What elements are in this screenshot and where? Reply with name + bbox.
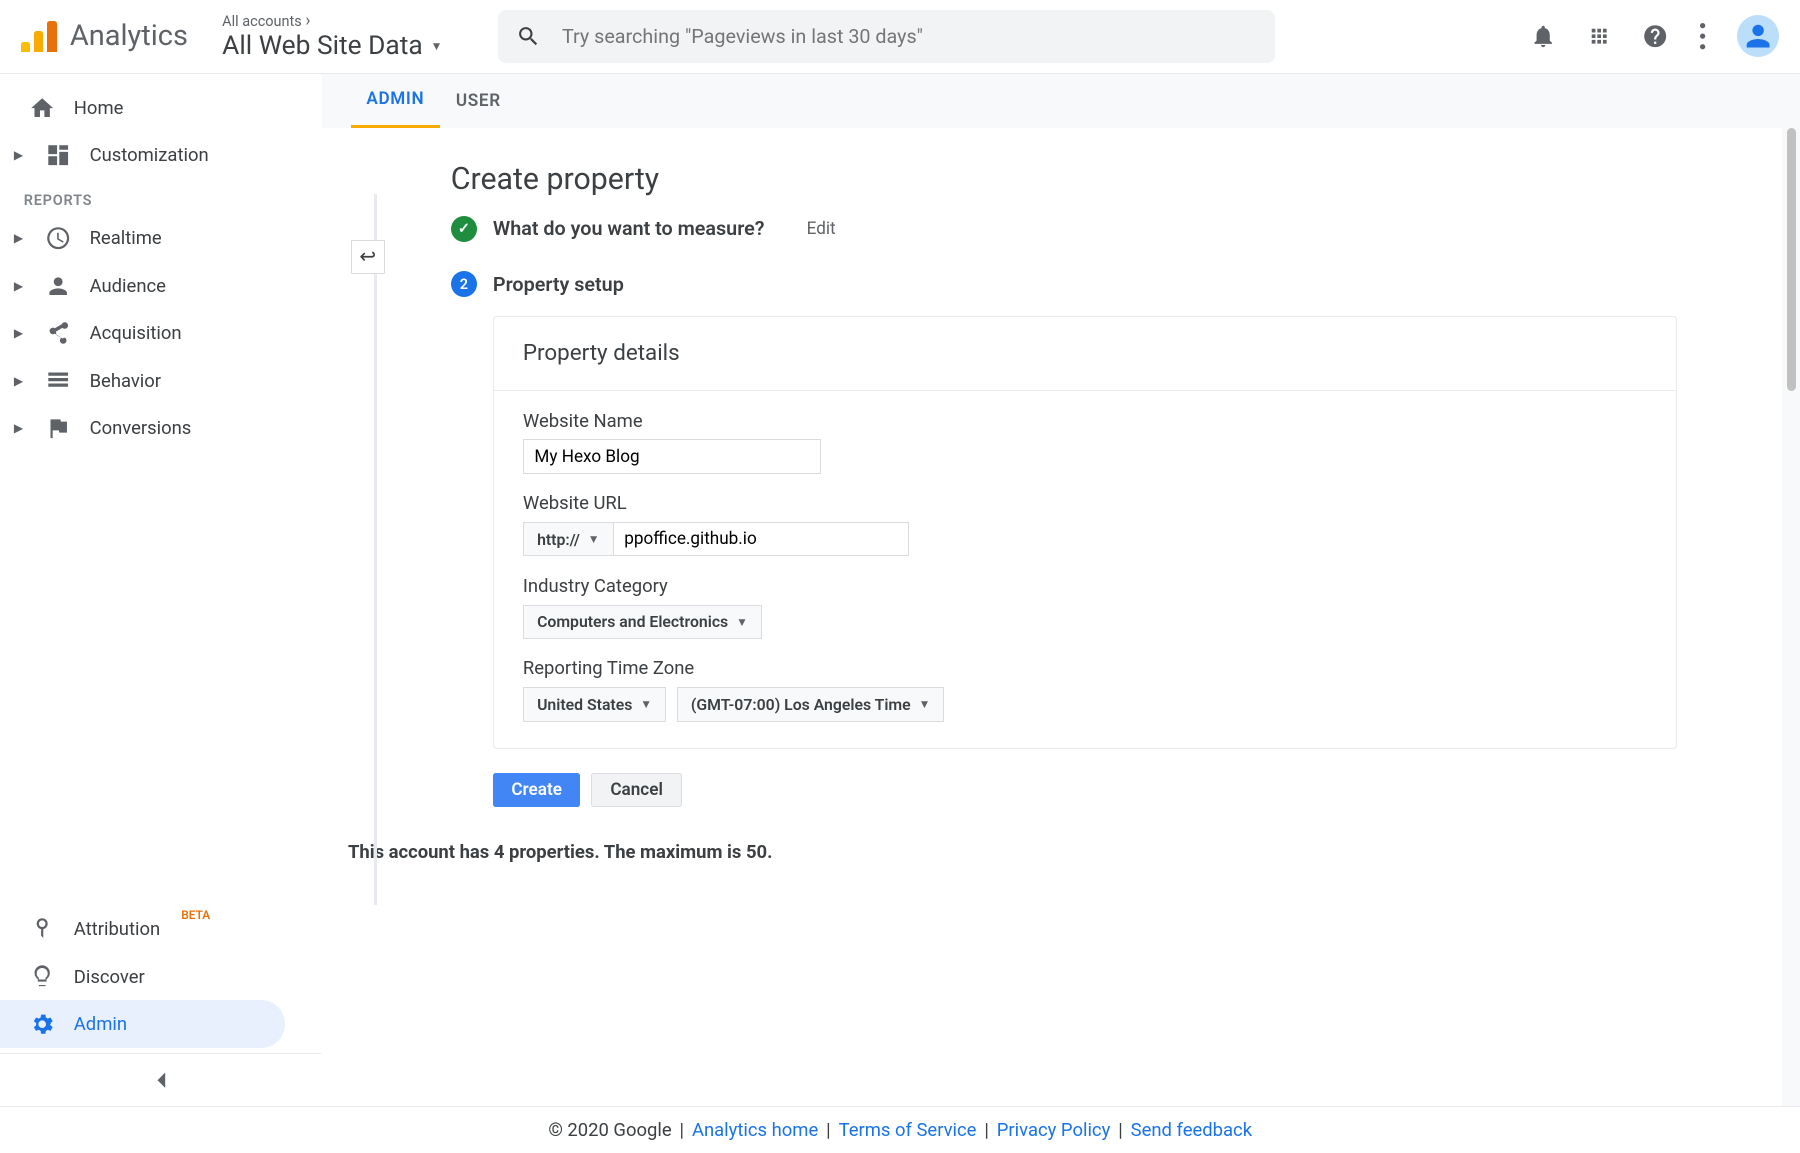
dashboard-icon bbox=[45, 142, 71, 168]
industry-select[interactable]: Computers and Electronics▼ bbox=[523, 605, 762, 639]
nav-discover[interactable]: Discover bbox=[0, 953, 321, 1000]
search-input[interactable] bbox=[562, 25, 1257, 48]
chevron-right-icon: ▶ bbox=[13, 150, 24, 161]
chevron-left-icon bbox=[154, 1071, 167, 1089]
website-name-label: Website Name bbox=[523, 410, 1647, 432]
apps-icon[interactable] bbox=[1588, 25, 1610, 47]
help-icon[interactable] bbox=[1642, 23, 1668, 49]
step-done-icon: ✓ bbox=[451, 216, 477, 242]
industry-label: Industry Category bbox=[523, 575, 1647, 597]
user-avatar[interactable] bbox=[1737, 15, 1779, 57]
nav-home[interactable]: Home bbox=[0, 84, 321, 131]
gear-icon bbox=[29, 1011, 55, 1037]
step-current-badge: 2 bbox=[451, 271, 477, 297]
property-details-card: Property details Website Name Website UR… bbox=[493, 316, 1677, 749]
footer-privacy[interactable]: Privacy Policy bbox=[997, 1119, 1111, 1141]
nav-behavior[interactable]: ▶ Behavior bbox=[0, 357, 321, 404]
nav-section-reports: REPORTS bbox=[0, 179, 321, 214]
chevron-right-icon: ▶ bbox=[13, 233, 24, 244]
beta-badge: BETA bbox=[181, 908, 210, 922]
product-name: Analytics bbox=[70, 19, 188, 53]
product-logo[interactable]: Analytics bbox=[21, 19, 188, 53]
properties-limit-text: This account has 4 properties. The maxim… bbox=[348, 841, 1677, 863]
footer: © 2020 Google | Analytics home | Terms o… bbox=[0, 1106, 1800, 1153]
collapse-nav-button[interactable] bbox=[0, 1053, 321, 1106]
step-2: 2 Property setup bbox=[451, 271, 1677, 297]
footer-feedback[interactable]: Send feedback bbox=[1131, 1119, 1252, 1141]
account-selector[interactable]: All accounts › All Web Site Data ▼ bbox=[222, 11, 442, 61]
more-icon[interactable] bbox=[1700, 23, 1705, 49]
chevron-down-icon: ▼ bbox=[431, 39, 443, 53]
notifications-icon[interactable] bbox=[1530, 23, 1556, 49]
tz-value-select[interactable]: (GMT-07:00) Los Angeles Time▼ bbox=[677, 687, 945, 721]
nav-audience[interactable]: ▶ Audience bbox=[0, 262, 321, 309]
account-name: All Web Site Data bbox=[222, 31, 423, 61]
website-url-label: Website URL bbox=[523, 492, 1647, 514]
nav-conversions[interactable]: ▶ Conversions bbox=[0, 404, 321, 451]
nav-attribution[interactable]: AttributionBETA bbox=[0, 906, 321, 953]
step-1-title: What do you want to measure? bbox=[493, 217, 765, 240]
main-pane: ADMIN USER ↩ Create property ✓ What do y… bbox=[322, 74, 1800, 1106]
list-icon bbox=[45, 367, 71, 393]
step-2-title: Property setup bbox=[493, 273, 624, 296]
admin-tabs: ADMIN USER bbox=[322, 74, 1800, 128]
edit-step-1[interactable]: Edit bbox=[807, 219, 836, 239]
share-icon bbox=[45, 320, 71, 346]
footer-tos[interactable]: Terms of Service bbox=[839, 1119, 977, 1141]
website-name-input[interactable] bbox=[523, 439, 821, 473]
attribution-icon bbox=[29, 916, 55, 942]
search-box[interactable] bbox=[498, 10, 1276, 63]
scrollbar[interactable] bbox=[1787, 128, 1796, 392]
website-url-input[interactable] bbox=[614, 522, 909, 556]
clock-icon bbox=[45, 225, 71, 251]
chevron-down-icon: ▼ bbox=[736, 615, 748, 629]
left-nav: Home ▶ Customization REPORTS ▶ Realtime … bbox=[0, 74, 322, 1106]
footer-analytics-home[interactable]: Analytics home bbox=[692, 1119, 818, 1141]
search-icon bbox=[516, 24, 541, 49]
step-1: ✓ What do you want to measure? Edit bbox=[451, 216, 1677, 242]
chevron-right-icon: ▶ bbox=[13, 281, 24, 292]
page-title: Create property bbox=[451, 162, 1677, 197]
chevron-down-icon: ▼ bbox=[919, 697, 931, 711]
chevron-right-icon: ▶ bbox=[13, 423, 24, 434]
chevron-right-icon: ▶ bbox=[13, 328, 24, 339]
app-header: Analytics All accounts › All Web Site Da… bbox=[0, 0, 1800, 74]
footer-copyright: © 2020 Google bbox=[548, 1119, 671, 1141]
timezone-label: Reporting Time Zone bbox=[523, 657, 1647, 679]
nav-realtime[interactable]: ▶ Realtime bbox=[0, 215, 321, 262]
cancel-button[interactable]: Cancel bbox=[591, 773, 682, 807]
nav-customization[interactable]: ▶ Customization bbox=[0, 132, 321, 179]
protocol-select[interactable]: http://▼ bbox=[523, 522, 614, 556]
tab-user[interactable]: USER bbox=[440, 74, 517, 128]
create-button[interactable]: Create bbox=[493, 773, 580, 807]
account-breadcrumb: All accounts › bbox=[222, 11, 442, 31]
flag-icon bbox=[45, 415, 71, 441]
person-icon bbox=[1741, 19, 1775, 53]
person-icon bbox=[45, 273, 71, 299]
content-area: ↩ Create property ✓ What do you want to … bbox=[322, 128, 1782, 1106]
step-timeline bbox=[374, 194, 377, 906]
nav-acquisition[interactable]: ▶ Acquisition bbox=[0, 310, 321, 357]
chevron-right-icon: ▶ bbox=[13, 375, 24, 386]
card-title: Property details bbox=[494, 317, 1676, 391]
tab-admin[interactable]: ADMIN bbox=[351, 74, 441, 128]
lightbulb-icon bbox=[29, 963, 55, 989]
home-icon bbox=[29, 95, 55, 121]
analytics-logo-icon bbox=[21, 21, 57, 53]
chevron-down-icon: ▼ bbox=[588, 532, 600, 546]
nav-admin[interactable]: Admin bbox=[0, 1000, 285, 1047]
chevron-down-icon: ▼ bbox=[640, 697, 652, 711]
tz-country-select[interactable]: United States▼ bbox=[523, 687, 666, 721]
back-button[interactable]: ↩ bbox=[351, 240, 385, 274]
